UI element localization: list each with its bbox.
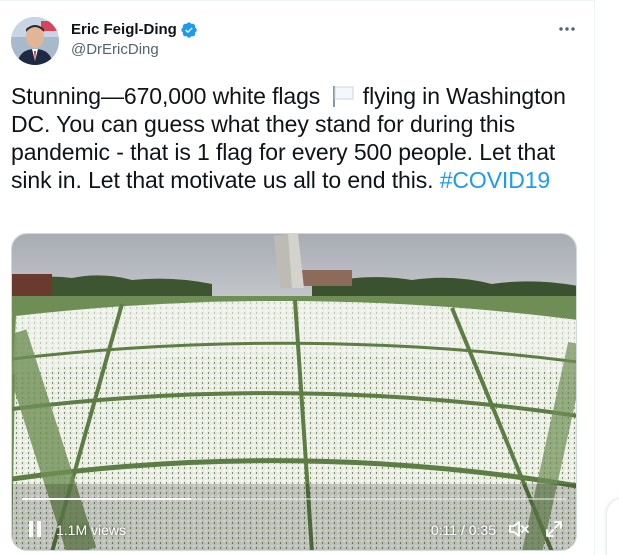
- more-horizontal-icon: [559, 27, 575, 31]
- author-name-row[interactable]: Eric Feigl-Ding: [71, 20, 198, 40]
- video-controls: 1.1M views 0:11 / 0:35: [12, 510, 576, 550]
- muted-speaker-icon: [509, 521, 529, 537]
- video-player[interactable]: 1.1M views 0:11 / 0:35: [11, 233, 577, 551]
- more-options-button[interactable]: [555, 19, 579, 39]
- pause-button[interactable]: [26, 519, 44, 539]
- unmute-button[interactable]: [508, 519, 530, 539]
- pause-icon: [29, 521, 41, 537]
- author-name[interactable]: Eric Feigl-Ding: [71, 20, 177, 40]
- author-avatar[interactable]: [11, 17, 59, 65]
- sidebar-edge: [594, 0, 619, 555]
- tweet-page: Eric Feigl-Ding @DrEricDing Stunning—670…: [0, 0, 619, 555]
- video-time: 0:11 / 0:35: [430, 522, 496, 538]
- fullscreen-button[interactable]: [544, 519, 564, 539]
- column-divider: [594, 0, 595, 555]
- white-flag-icon: [329, 85, 355, 107]
- verified-badge-icon: [180, 21, 198, 39]
- hashtag-link[interactable]: #COVID19: [440, 167, 551, 193]
- top-divider: [0, 0, 594, 1]
- expand-icon: [546, 521, 562, 537]
- video-progress-fill: [22, 498, 191, 500]
- floating-card[interactable]: [606, 498, 619, 555]
- tweet-text: Stunning—670,000 white flags flying in W…: [11, 82, 579, 194]
- video-view-count: 1.1M views: [56, 522, 127, 538]
- tweet-text-part-1: Stunning—670,000 white flags: [11, 83, 321, 109]
- video-frame: [12, 234, 576, 550]
- author-handle[interactable]: @DrEricDing: [71, 40, 159, 60]
- video-progress-bar[interactable]: [22, 498, 566, 500]
